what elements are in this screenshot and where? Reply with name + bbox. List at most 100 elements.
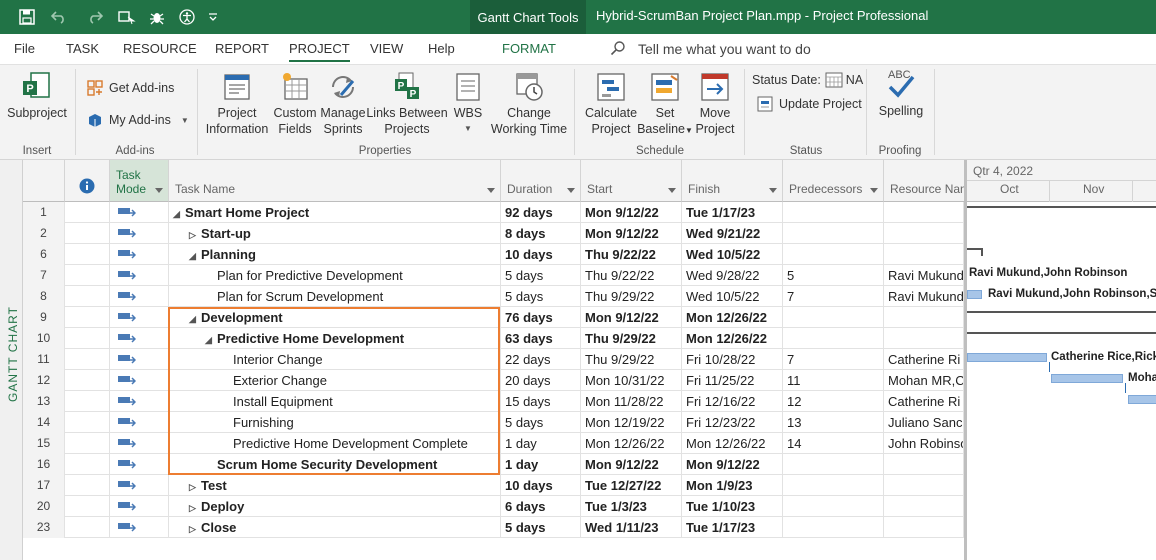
task-mode-cell[interactable] [110, 454, 169, 475]
indicators-cell[interactable] [65, 517, 110, 538]
touch-mode-icon[interactable] [114, 0, 140, 34]
finish-cell[interactable]: Mon 1/9/23 [682, 475, 783, 496]
start-cell[interactable]: Mon 12/19/22 [581, 412, 682, 433]
task-mode-cell[interactable] [110, 433, 169, 454]
duration-cell[interactable]: 76 days [501, 307, 581, 328]
predecessors-header[interactable]: Predecessors [783, 160, 884, 202]
tab-project[interactable]: PROJECT [289, 34, 350, 62]
duration-cell[interactable]: 5 days [501, 517, 581, 538]
start-header[interactable]: Start [581, 160, 682, 202]
summary-bar-project[interactable] [967, 206, 1156, 208]
tab-format[interactable]: FORMAT [502, 34, 556, 64]
gantt-bar-plan-scrum[interactable] [967, 290, 982, 299]
duration-cell[interactable]: 8 days [501, 223, 581, 244]
pred-cell[interactable]: 5 [783, 265, 884, 286]
start-cell[interactable]: Mon 11/28/22 [581, 391, 682, 412]
duration-cell[interactable]: 22 days [501, 349, 581, 370]
duration-cell[interactable]: 1 day [501, 454, 581, 475]
res-cell[interactable]: Ravi Mukund [884, 265, 964, 286]
finish-cell[interactable]: Mon 12/26/22 [682, 433, 783, 454]
indicators-cell[interactable] [65, 370, 110, 391]
res-cell[interactable] [884, 517, 964, 538]
res-cell[interactable] [884, 202, 964, 223]
duration-cell[interactable]: 10 days [501, 244, 581, 265]
row-id-cell[interactable]: 15 [23, 433, 65, 454]
undo-icon[interactable] [46, 0, 72, 34]
res-cell[interactable]: Catherine Ri [884, 391, 964, 412]
resource-names-header[interactable]: Resource Nam [884, 160, 970, 202]
task-name-cell[interactable]: ▷ Deploy [169, 496, 501, 517]
res-cell[interactable] [884, 244, 964, 265]
table-row[interactable]: Plan for Predictive Development 7 5 days Th… [23, 265, 964, 286]
row-id-cell[interactable]: 6 [23, 244, 65, 265]
indicators-cell[interactable] [65, 454, 110, 475]
pred-cell[interactable]: 7 [783, 349, 884, 370]
collapse-icon[interactable]: ◢ [189, 246, 201, 265]
finish-cell[interactable]: Wed 10/5/22 [682, 286, 783, 307]
tab-view[interactable]: VIEW [370, 34, 403, 64]
chevron-down-icon[interactable] [487, 188, 495, 193]
chevron-down-icon[interactable] [870, 188, 878, 193]
save-icon[interactable] [14, 0, 40, 34]
update-project-button[interactable]: Update Project [756, 95, 862, 113]
res-cell[interactable] [884, 475, 964, 496]
indicators-cell[interactable] [65, 202, 110, 223]
task-mode-header[interactable]: Task Mode [110, 160, 169, 202]
finish-cell[interactable]: Fri 12/16/22 [682, 391, 783, 412]
pred-cell[interactable] [783, 475, 884, 496]
tab-file[interactable]: File [14, 34, 35, 64]
table-row[interactable]: ▷ Start-up 2 8 days Mon 9/12/22 Wed 9/21/22 [23, 223, 964, 244]
start-cell[interactable]: Mon 9/12/22 [581, 202, 682, 223]
subproject-button[interactable]: P Subproject [7, 71, 67, 121]
row-id-cell[interactable]: 17 [23, 475, 65, 496]
indicators-cell[interactable] [65, 223, 110, 244]
res-cell[interactable]: John Robinso [884, 433, 964, 454]
tab-task[interactable]: TASK [66, 34, 99, 64]
res-cell[interactable]: Catherine Ri [884, 349, 964, 370]
start-cell[interactable]: Thu 9/29/22 [581, 328, 682, 349]
gantt-chart[interactable]: Qtr 4, 2022 Oct Nov Ravi Mukund,John Rob… [964, 160, 1156, 560]
task-mode-cell[interactable] [110, 370, 169, 391]
indicators-cell[interactable] [65, 475, 110, 496]
row-id-cell[interactable]: 14 [23, 412, 65, 433]
start-cell[interactable]: Thu 9/29/22 [581, 286, 682, 307]
duration-cell[interactable]: 10 days [501, 475, 581, 496]
task-name-cell[interactable]: Plan for Scrum Development [169, 286, 501, 307]
task-mode-cell[interactable] [110, 391, 169, 412]
res-cell[interactable] [884, 454, 964, 475]
row-id-cell[interactable]: 20 [23, 496, 65, 517]
pred-cell[interactable] [783, 454, 884, 475]
finish-cell[interactable]: Tue 1/17/23 [682, 202, 783, 223]
expand-icon[interactable]: ▷ [189, 477, 201, 496]
task-name-cell[interactable]: ◢ Smart Home Project [169, 202, 501, 223]
finish-cell[interactable]: Tue 1/17/23 [682, 517, 783, 538]
indicators-cell[interactable] [65, 433, 110, 454]
indicators-cell[interactable] [65, 412, 110, 433]
res-cell[interactable] [884, 496, 964, 517]
pred-cell[interactable] [783, 223, 884, 244]
task-name-cell[interactable]: ◢ Planning [169, 244, 501, 265]
row-number-header[interactable] [23, 160, 65, 202]
custom-fields-button[interactable]: Custom Fields [271, 71, 319, 137]
project-information-button[interactable]: Project Information [204, 71, 270, 137]
row-id-cell[interactable]: 16 [23, 454, 65, 475]
finish-cell[interactable]: Mon 12/26/22 [682, 307, 783, 328]
expand-icon[interactable]: ▷ [189, 498, 201, 517]
task-mode-cell[interactable] [110, 286, 169, 307]
task-mode-cell[interactable] [110, 202, 169, 223]
duration-cell[interactable]: 20 days [501, 370, 581, 391]
task-mode-cell[interactable] [110, 328, 169, 349]
start-cell[interactable]: Tue 1/3/23 [581, 496, 682, 517]
pred-cell[interactable] [783, 307, 884, 328]
finish-cell[interactable]: Tue 1/10/23 [682, 496, 783, 517]
finish-cell[interactable]: Fri 11/25/22 [682, 370, 783, 391]
row-id-cell[interactable]: 8 [23, 286, 65, 307]
task-name-header[interactable]: Task Name [169, 160, 501, 202]
customize-qat-icon[interactable] [202, 0, 224, 34]
task-mode-cell[interactable] [110, 475, 169, 496]
pred-cell[interactable] [783, 244, 884, 265]
finish-cell[interactable]: Mon 9/12/22 [682, 454, 783, 475]
links-between-projects-button[interactable]: PP Links Between Projects [366, 71, 448, 137]
task-mode-cell[interactable] [110, 412, 169, 433]
summary-bar-development[interactable] [967, 311, 1156, 313]
